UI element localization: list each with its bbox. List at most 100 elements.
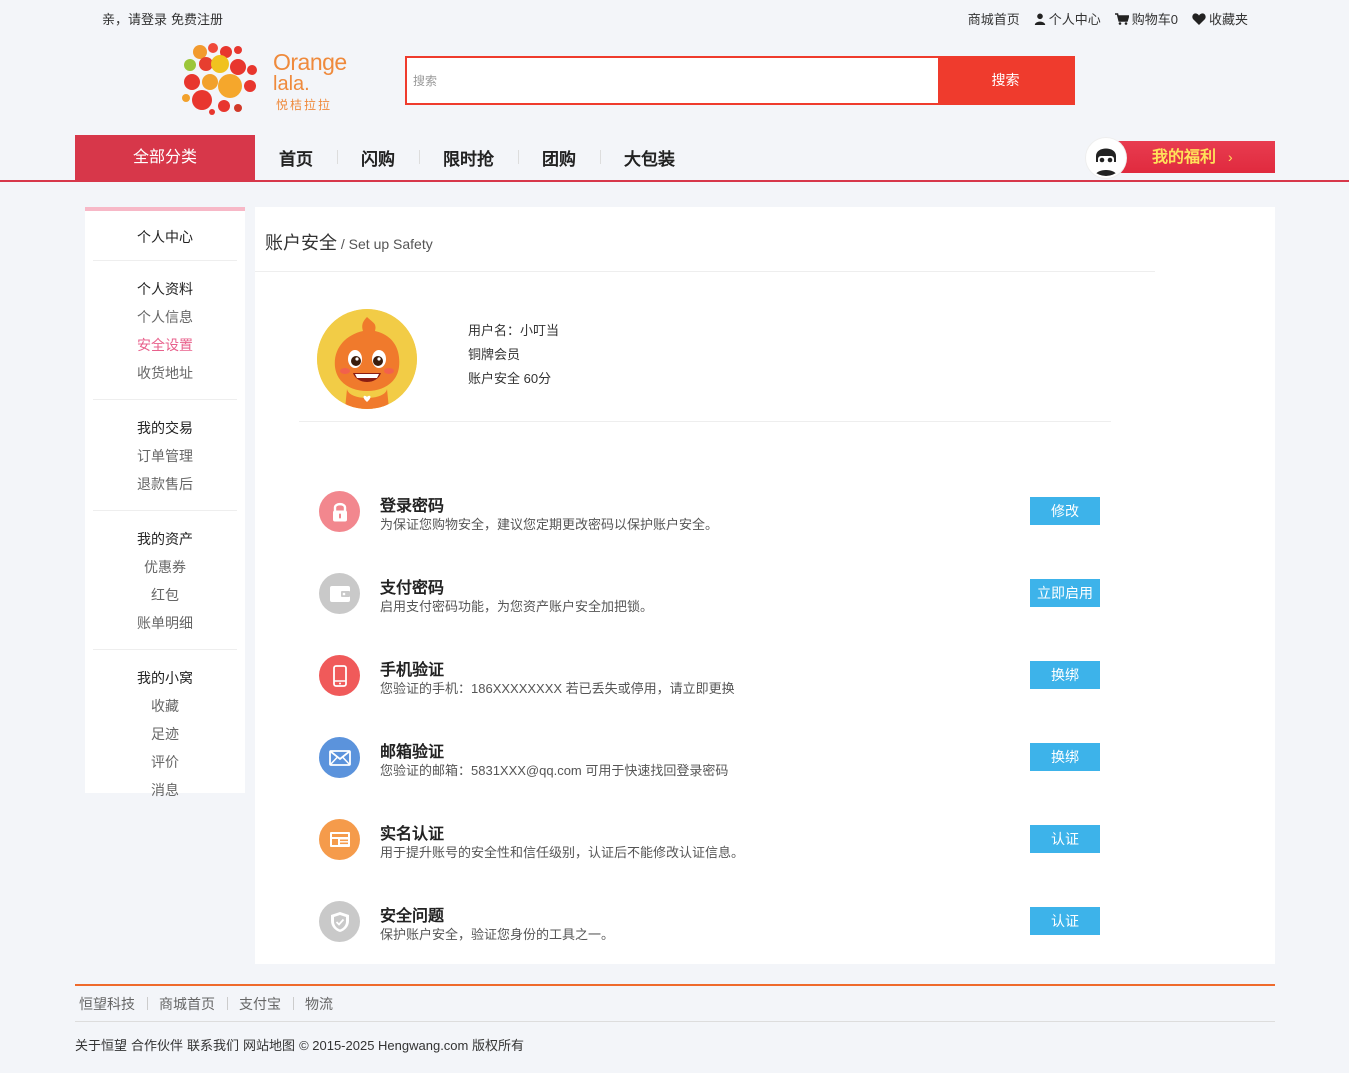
search-bar: 搜索 xyxy=(405,56,1075,105)
security-item-desc: 启用支付密码功能，为您资产账户安全加把锁。 xyxy=(380,599,654,614)
favorites-link[interactable]: 收藏夹 xyxy=(1192,9,1248,28)
security-item-title: 邮箱验证 xyxy=(380,744,445,761)
sidebar-group-nest: 我的小窝 收藏 足迹 评价 消息 xyxy=(93,650,237,816)
footer-links: 恒望科技 商城首页 支付宝 物流 xyxy=(75,986,1275,1022)
modify-password-button[interactable]: 修改 xyxy=(1030,497,1100,525)
sidebar-header: 个人中心 xyxy=(93,211,237,261)
security-item-title: 实名认证 xyxy=(380,826,445,843)
footer-link-alipay[interactable]: 支付宝 xyxy=(227,994,293,1014)
footer-link-sitemap[interactable]: 网站地图 xyxy=(243,1038,295,1053)
top-bar: 亲，请登录 免费注册 商城首页 个人中心 购物车0 收藏夹 xyxy=(0,0,1349,34)
page-header: 账户安全 / Set up Safety xyxy=(255,207,1155,272)
main-nav: 全部分类 首页 闪购 限时抢 团购 大包装 我的福利 › xyxy=(0,135,1349,182)
heart-icon xyxy=(1192,12,1206,25)
user-center-link[interactable]: 个人中心 xyxy=(1034,9,1101,28)
footer-link-logistics[interactable]: 物流 xyxy=(293,994,345,1014)
nav-item-group-buy[interactable]: 团购 xyxy=(518,145,600,170)
verify-question-button[interactable]: 认证 xyxy=(1030,907,1100,935)
mascot-avatar-icon xyxy=(317,309,417,409)
sidebar-group-trades: 我的交易 订单管理 退款售后 xyxy=(93,400,237,511)
footer-link-hengwang[interactable]: 恒望科技 xyxy=(79,994,147,1014)
sidebar-group-title: 我的小窝 xyxy=(137,670,193,686)
verify-real-name-button[interactable]: 认证 xyxy=(1030,825,1100,853)
security-item-title: 登录密码 xyxy=(380,498,445,515)
welfare-bar: 我的福利 › xyxy=(1116,141,1275,173)
cart-icon xyxy=(1114,12,1129,25)
sidebar-group-title: 个人资料 xyxy=(137,281,193,297)
security-items: 登录密码 为保证您购物安全，建议您定期更改密码以保护账户安全。 修改 支付密码 … xyxy=(319,490,1101,982)
all-categories-button[interactable]: 全部分类 xyxy=(75,135,255,180)
sidebar-group-title: 我的资产 xyxy=(137,531,193,547)
footer-link-about[interactable]: 关于恒望 xyxy=(75,1038,127,1053)
welfare-avatar xyxy=(1086,138,1126,178)
sidebar-item-refunds[interactable]: 退款售后 xyxy=(93,470,237,498)
security-item-phone: 手机验证 您验证的手机：186XXXXXXXX 若已丢失或停用，请立即更换 换绑 xyxy=(319,654,1101,736)
security-item-pay-password: 支付密码 启用支付密码功能，为您资产账户安全加把锁。 立即启用 xyxy=(319,572,1101,654)
security-item-real-name: 实名认证 用于提升账号的安全性和信任级别，认证后不能修改认证信息。 认证 xyxy=(319,818,1101,900)
security-item-desc: 保护账户安全，验证您身份的工具之一。 xyxy=(380,927,615,942)
security-item-title: 安全问题 xyxy=(380,908,445,925)
nav-item-limited-time[interactable]: 限时抢 xyxy=(419,145,518,170)
wallet-icon xyxy=(319,573,360,614)
username: 用户名：小叮当 xyxy=(468,323,560,338)
page-title-text: 账户安全 xyxy=(265,233,337,253)
sidebar-item-messages[interactable]: 消息 xyxy=(93,776,237,804)
enable-pay-password-button[interactable]: 立即启用 xyxy=(1030,579,1100,607)
shield-icon xyxy=(319,901,360,942)
sidebar-item-bills[interactable]: 账单明细 xyxy=(93,609,237,637)
rebind-phone-button[interactable]: 换绑 xyxy=(1030,661,1100,689)
nav-item-home[interactable]: 首页 xyxy=(263,145,337,170)
mail-icon xyxy=(319,737,360,778)
search-input[interactable] xyxy=(407,58,940,103)
avatar-icon xyxy=(1088,140,1124,176)
sidebar-item-reviews[interactable]: 评价 xyxy=(93,748,237,776)
nav-item-flash-sale[interactable]: 闪购 xyxy=(337,145,419,170)
security-item-email: 邮箱验证 您验证的邮箱：5831XXX@qq.com 可用于快速找回登录密码 换… xyxy=(319,736,1101,818)
sidebar-item-favorites[interactable]: 收藏 xyxy=(93,692,237,720)
sidebar-item-personal-info[interactable]: 个人信息 xyxy=(93,303,237,331)
nav-items: 首页 闪购 限时抢 团购 大包装 xyxy=(263,135,699,180)
footer-link-contact[interactable]: 联系我们 xyxy=(187,1038,239,1053)
page-title: 账户安全 / Set up Safety xyxy=(265,229,433,255)
my-welfare-button[interactable]: 我的福利 › xyxy=(1086,138,1275,178)
register-link[interactable]: 免费注册 xyxy=(171,12,223,27)
search-button[interactable]: 搜索 xyxy=(938,56,1073,105)
sidebar-item-security-settings[interactable]: 安全设置 xyxy=(93,331,237,359)
chevron-right-icon: › xyxy=(1228,149,1233,165)
sidebar-group-profile: 个人资料 个人信息 安全设置 收货地址 xyxy=(93,261,237,400)
logo-text-lala: lala. xyxy=(273,73,310,95)
mall-home-link[interactable]: 商城首页 xyxy=(968,9,1020,28)
main-content: 账户安全 / Set up Safety 用户名：小叮当 铜牌会员 账户安全 6… xyxy=(255,207,1275,964)
cart-label: 购物车0 xyxy=(1131,12,1178,27)
id-card-icon xyxy=(319,819,360,860)
sidebar: 个人中心 个人资料 个人信息 安全设置 收货地址 我的交易 订单管理 退款售后 … xyxy=(85,207,245,798)
footer-link-partners[interactable]: 合作伙伴 xyxy=(131,1038,183,1053)
security-item-desc: 您验证的手机：186XXXXXXXX 若已丢失或停用，请立即更换 xyxy=(380,681,735,696)
security-item-title: 手机验证 xyxy=(380,662,445,679)
sidebar-item-red-packets[interactable]: 红包 xyxy=(93,581,237,609)
profile-info: 用户名：小叮当 铜牌会员 账户安全 60分 xyxy=(468,319,559,391)
sidebar-item-footprints[interactable]: 足迹 xyxy=(93,720,237,748)
lock-icon xyxy=(319,491,360,532)
login-prompt: 亲，请登录 免费注册 xyxy=(102,9,227,28)
copyright-text: © 2015-2025 Hengwang.com 版权所有 xyxy=(299,1038,524,1053)
sidebar-item-shipping-address[interactable]: 收货地址 xyxy=(93,359,237,387)
logo-text-orange: Orange xyxy=(273,49,347,75)
phone-icon xyxy=(319,655,360,696)
nav-item-bulk-pack[interactable]: 大包装 xyxy=(600,145,699,170)
profile-summary: 用户名：小叮当 铜牌会员 账户安全 60分 xyxy=(299,307,1111,422)
sidebar-title[interactable]: 个人中心 xyxy=(93,227,237,247)
site-logo[interactable]: Orange lala. 悦桔拉拉 xyxy=(180,40,355,118)
cart-link[interactable]: 购物车0 xyxy=(1114,9,1178,28)
user-icon xyxy=(1034,13,1045,25)
favorites-label: 收藏夹 xyxy=(1208,12,1248,27)
sidebar-group-title: 我的交易 xyxy=(137,420,193,436)
rebind-email-button[interactable]: 换绑 xyxy=(1030,743,1100,771)
logo-dots-graphic xyxy=(182,43,257,115)
avatar[interactable] xyxy=(317,309,417,409)
login-link[interactable]: 亲，请登录 xyxy=(102,12,167,27)
footer-link-mall-home[interactable]: 商城首页 xyxy=(147,994,227,1014)
security-item-question: 安全问题 保护账户安全，验证您身份的工具之一。 认证 xyxy=(319,900,1101,982)
sidebar-item-coupons[interactable]: 优惠券 xyxy=(93,553,237,581)
sidebar-item-orders[interactable]: 订单管理 xyxy=(93,442,237,470)
